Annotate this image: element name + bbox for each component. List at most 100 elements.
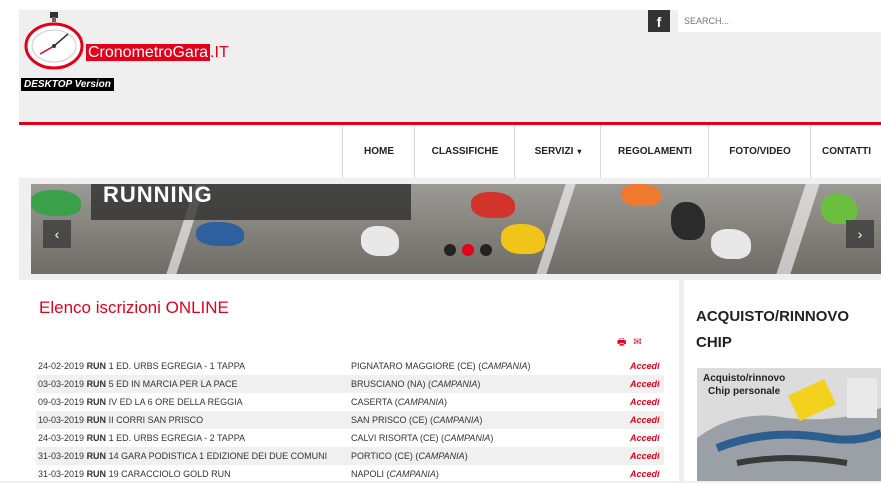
event-date: 03-03-2019 (38, 379, 85, 389)
hero-slider[interactable]: RUNNING ‹ › (31, 184, 881, 274)
search-input[interactable] (678, 10, 881, 32)
event-name: 14 GARA PODISTICA 1 EDIZIONE DEI DUE COM… (108, 451, 328, 461)
event-date: 24-03-2019 (38, 433, 85, 443)
table-row: 09-03-2019 RUN IV ED LA 6 ORE DELLA REGG… (36, 393, 664, 411)
stopwatch-logo-icon[interactable] (20, 12, 90, 72)
event-desc: 31-03-2019 RUN 19 CARACCIOLO GOLD RUN (38, 469, 231, 479)
event-region: CAMPANIA (444, 433, 491, 443)
accedi-link[interactable]: Accedi (630, 397, 660, 407)
nav-classifiche[interactable]: CLASSIFICHE (414, 125, 515, 178)
brand-name[interactable]: CronometroGara .IT (86, 44, 229, 62)
slider-dot[interactable] (480, 244, 492, 256)
event-location: PIGNATARO MAGGIORE (CE) (CAMPANIA) (351, 361, 531, 371)
shoe-image (196, 222, 244, 246)
main-nav: HOME CLASSIFICHE SERVIZI ▾ REGOLAMENTI FO… (19, 122, 881, 178)
shoe-image (31, 190, 81, 216)
table-row: 24-02-2019 RUN 1 ED. URBS EGREGIA - 1 TA… (36, 357, 664, 375)
nav-home[interactable]: HOME (342, 125, 415, 178)
event-place: PIGNATARO MAGGIORE (CE) (351, 361, 476, 371)
event-date: 24-02-2019 (38, 361, 85, 371)
event-place: SAN PRISCO (CE) (351, 415, 428, 425)
brand-suffix: .IT (210, 44, 229, 61)
event-region: CAMPANIA (431, 379, 478, 389)
event-desc: 10-03-2019 RUN II CORRI SAN PRISCO (38, 415, 203, 425)
road-marking (776, 184, 820, 274)
event-type: RUN (86, 469, 107, 479)
email-icon[interactable]: ✉ (633, 337, 641, 348)
accedi-link[interactable]: Accedi (630, 379, 660, 389)
nav-foto-video[interactable]: FOTO/VIDEO (708, 125, 811, 178)
shoe-image (361, 226, 399, 256)
page-title: Elenco iscrizioni ONLINE (39, 298, 229, 317)
nav-contatti-label: CONTATTI (821, 146, 872, 157)
table-row: 31-03-2019 RUN 19 CARACCIOLO GOLD RUN NAP… (36, 465, 664, 483)
accedi-link[interactable]: Accedi (630, 361, 660, 371)
event-region: CAMPANIA (389, 469, 436, 479)
accedi-link[interactable]: Accedi (630, 451, 660, 461)
chip-caption: Acquisto/rinnovo Chip personale (703, 372, 785, 398)
print-icon[interactable]: 🖶 (617, 337, 626, 348)
road-marking (536, 184, 576, 274)
shoe-image (671, 202, 705, 240)
event-desc: 09-03-2019 RUN IV ED LA 6 ORE DELLA REGG… (38, 397, 243, 407)
event-region: CAMPANIA (433, 415, 480, 425)
event-type: RUN (86, 397, 107, 407)
event-region: CAMPANIA (397, 397, 445, 407)
event-type: RUN (86, 379, 107, 389)
event-location: CASERTA (CAMPANIA) (351, 397, 448, 407)
table-row: 24-03-2019 RUN 1 ED. URBS EGREGIA - 2 TA… (36, 429, 664, 447)
nav-servizi[interactable]: SERVIZI ▾ (514, 125, 601, 178)
accedi-link[interactable]: Accedi (630, 469, 660, 479)
event-location: CALVI RISORTA (CE) (CAMPANIA) (351, 433, 494, 443)
event-place: CALVI RISORTA (CE) (351, 433, 439, 443)
event-type: RUN (86, 451, 107, 461)
event-name: 19 CARACCIOLO GOLD RUN (108, 469, 231, 479)
event-place: NAPOLI (351, 469, 385, 479)
event-type: RUN (86, 415, 107, 425)
event-name: II CORRI SAN PRISCO (108, 415, 204, 425)
chip-caption-line2: Chip personale (707, 386, 781, 397)
event-location: BRUSCIANO (NA) (CAMPANIA) (351, 379, 481, 389)
table-row: 03-03-2019 RUN 5 ED IN MARCIA PER LA PAC… (36, 375, 664, 393)
table-row: 10-03-2019 RUN II CORRI SAN PRISCO SAN PR… (36, 411, 664, 429)
chip-caption-line1: Acquisto/rinnovo (703, 373, 786, 384)
slider-prev-button[interactable]: ‹ (43, 220, 71, 248)
event-desc: 31-03-2019 RUN 14 GARA PODISTICA 1 EDIZI… (38, 451, 327, 461)
nav-regolamenti[interactable]: REGOLAMENTI (600, 125, 709, 178)
slider-dot-active[interactable] (462, 244, 474, 256)
nav-foto-video-label: FOTO/VIDEO (729, 146, 791, 157)
event-desc: 24-03-2019 RUN 1 ED. URBS EGREGIA - 2 TA… (38, 433, 245, 443)
accedi-link[interactable]: Accedi (630, 433, 660, 443)
event-desc: 24-02-2019 RUN 1 ED. URBS EGREGIA - 1 TA… (38, 361, 245, 371)
toolbar-icons: 🖶 ✉ (617, 335, 642, 352)
facebook-icon[interactable]: f (648, 10, 670, 32)
slide-caption: RUNNING (91, 184, 411, 220)
nav-classifiche-label: CLASSIFICHE (431, 146, 499, 157)
nav-contatti[interactable]: CONTATTI (810, 125, 881, 178)
event-location: SAN PRISCO (CE) (CAMPANIA) (351, 415, 483, 425)
table-row: 31-03-2019 RUN 14 GARA PODISTICA 1 EDIZI… (36, 447, 664, 465)
chip-promo-image[interactable]: Acquisto/rinnovo Chip personale (697, 368, 881, 481)
event-region: CAMPANIA (418, 451, 465, 461)
event-desc: 03-03-2019 RUN 5 ED IN MARCIA PER LA PAC… (38, 379, 237, 389)
shoe-image (621, 184, 661, 206)
event-name: 1 ED. URBS EGREGIA - 2 TAPPA (108, 433, 246, 443)
top-strip (0, 0, 881, 10)
event-location: PORTICO (CE) (CAMPANIA) (351, 451, 468, 461)
chevron-down-icon: ▾ (577, 147, 582, 156)
event-place: PORTICO (CE) (351, 451, 413, 461)
version-badge: DESKTOP Version (21, 78, 114, 91)
event-date: 10-03-2019 (38, 415, 85, 425)
nav-regolamenti-label: REGOLAMENTI (618, 146, 692, 157)
shoe-image (471, 192, 515, 218)
shoe-image (711, 229, 751, 259)
event-name: IV ED LA 6 ORE DELLA REGGIA (108, 397, 243, 407)
brand-highlight: CronometroGara (86, 44, 211, 61)
left-strip (0, 0, 19, 481)
event-name: 1 ED. URBS EGREGIA - 1 TAPPA (108, 361, 246, 371)
event-region: CAMPANIA (481, 361, 528, 371)
slider-dot[interactable] (444, 244, 456, 256)
slider-next-button[interactable]: › (846, 220, 874, 248)
event-location: NAPOLI (CAMPANIA) (351, 469, 439, 479)
accedi-link[interactable]: Accedi (630, 415, 660, 425)
